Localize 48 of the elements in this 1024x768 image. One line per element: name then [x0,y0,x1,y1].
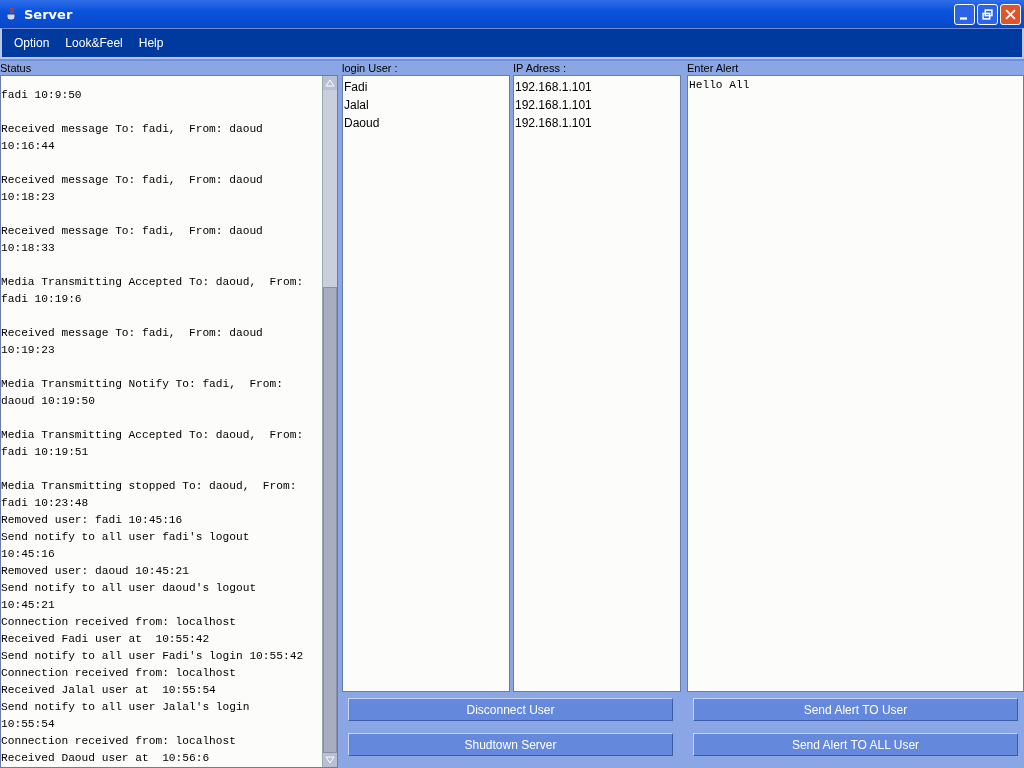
log-entry: Connection received from: localhost [1,734,237,749]
log-entry: Media Transmitting stopped To: daoud, From: fadi 10:23:48 [1,479,298,511]
log-entry: Received Jalal user at 10:55:54 [1,683,217,698]
scroll-up-button[interactable] [323,76,337,90]
log-entry: Send notify to all user Jalal's login 10:55:54 [1,700,251,732]
log-entry: Media Transmitting Notify To: fadi, From: daoud 10:19:50 [1,377,284,409]
status-label: Status [0,61,33,75]
menu-item[interactable]: Option [14,36,50,50]
user-list-item[interactable]: Daoud [344,114,508,132]
window-title: Server [24,6,74,22]
log-entry: Send notify to all user Fadi's login 10:55:42 [1,649,305,664]
scroll-thumb[interactable] [323,286,337,753]
log-entry: Send notify to all user fadi's logout 10:45:16 [1,530,251,562]
ip-label: IP Adress : [513,61,567,75]
scroll-down-button[interactable] [323,753,337,767]
log-entry: fadi 10:9:50 [1,88,83,103]
up-arrow-icon [325,79,335,87]
log-entry: Received message To: fadi, From: daoud 10:19:23 [1,326,264,358]
alert-label: Enter Alert [687,61,740,75]
minimize-button[interactable] [954,3,975,25]
scrollbar[interactable] [322,76,337,767]
log-entry: Removed user: daoud 10:45:21 [1,564,190,579]
log-entry: Send notify to all user daoud's logout 10:45:21 [1,581,258,613]
ip-list-item[interactable]: 192.168.1.101 [515,114,679,132]
restore-icon [982,8,993,20]
menu-item[interactable]: Help [138,36,164,50]
log-entry: Received message To: fadi, From: daoud 10:18:23 [1,173,264,205]
menu-item[interactable]: Look&Feel [65,36,123,50]
ip-list-item[interactable]: 192.168.1.101 [515,96,679,114]
restore-button[interactable] [977,3,998,25]
down-arrow-icon [325,756,335,764]
user-list-item[interactable]: Jalal [344,96,508,114]
log-entry: Connection received from: localhost [1,666,237,681]
ip-list-item[interactable]: 192.168.1.101 [515,78,679,96]
alert-input-field[interactable]: Hello All [687,75,1024,692]
log-entry: Connection received from: localhost [1,615,237,630]
minimize-icon [959,16,967,20]
user-list-item[interactable]: Fadi [344,78,508,96]
log-entry: Received message To: fadi, From: daoud 10:16:44 [1,122,264,154]
log-entry: Media Transmitting Accepted To: daoud, From: fadi 10:19:51 [1,428,305,460]
log-entry: Received Daoud user at 10:56:6 [1,751,211,766]
log-entry: Media Transmitting Accepted To: daoud, From: fadi 10:19:6 [1,275,305,307]
close-button[interactable] [1000,3,1021,25]
log-entry: Received Fadi user at 10:55:42 [1,632,211,647]
log-entry: Received message To: fadi, From: daoud 10:18:33 [1,224,264,256]
users-label: login User : [342,61,399,75]
log-entry: Removed user: fadi 10:45:16 [1,513,184,528]
close-icon [1005,8,1016,20]
